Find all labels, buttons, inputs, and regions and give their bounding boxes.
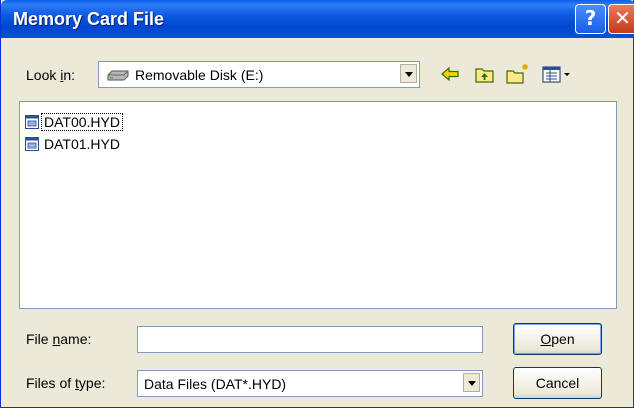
chevron-down-icon[interactable] [463, 373, 480, 392]
create-new-folder-button[interactable] [504, 62, 530, 86]
close-button[interactable]: ✕ [608, 4, 634, 34]
file-name-input[interactable] [137, 326, 483, 353]
close-icon: ✕ [614, 6, 631, 30]
up-one-level-button[interactable] [472, 62, 498, 86]
file-name: DAT00.HYD [41, 113, 123, 131]
drive-icon [107, 70, 129, 81]
memory-card-file-dialog: Memory Card File ? ✕ Look in: Removable … [0, 0, 634, 408]
data-file-icon [25, 137, 39, 151]
window-title: Memory Card File [13, 9, 165, 29]
files-of-type-value: Data Files (DAT*.HYD) [144, 376, 287, 392]
file-name-label: File name: [26, 331, 92, 347]
file-list[interactable]: DAT00.HYD DAT01.HYD [19, 101, 617, 309]
title-bar[interactable]: Memory Card File ? ✕ [1, 0, 634, 38]
file-name: DAT01.HYD [44, 136, 120, 152]
look-in-value: Removable Disk (E:) [135, 67, 264, 83]
view-menu-button[interactable] [539, 62, 575, 86]
view-menu-icon [542, 66, 570, 83]
look-in-label: Look in: [26, 67, 76, 83]
help-icon: ? [584, 6, 597, 30]
up-folder-icon [475, 68, 494, 83]
chevron-down-icon[interactable] [400, 64, 417, 83]
data-file-icon [25, 115, 39, 129]
back-arrow-icon [441, 66, 459, 82]
look-in-dropdown[interactable]: Removable Disk (E:) [98, 61, 420, 88]
files-of-type-label: Files of type: [26, 375, 106, 391]
back-button[interactable] [437, 62, 463, 86]
files-of-type-dropdown[interactable]: Data Files (DAT*.HYD) [137, 370, 483, 397]
new-folder-icon [506, 64, 528, 84]
cancel-button[interactable]: Cancel [513, 367, 602, 399]
help-button[interactable]: ? [575, 4, 606, 34]
open-button[interactable]: Open [513, 323, 602, 355]
